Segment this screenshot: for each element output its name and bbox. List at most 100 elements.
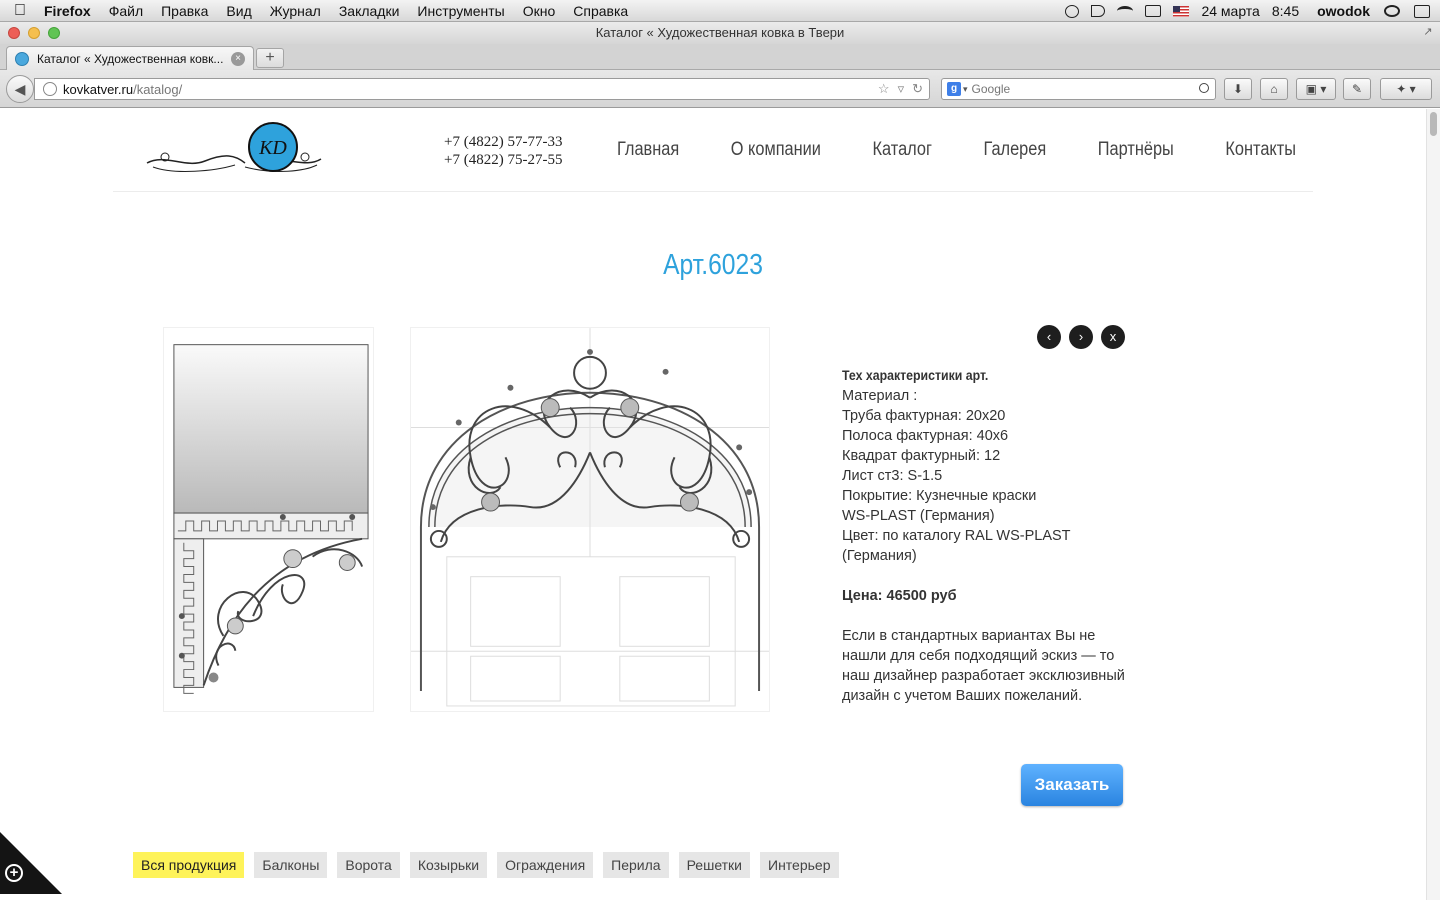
spec-line: Квадрат фактурный: 12 (842, 448, 1001, 464)
tab-title: Каталог « Художественная ковк... (37, 51, 224, 66)
product-specs: Тех характеристики арт. Материал : Труба… (842, 365, 1142, 706)
zoom-window-button[interactable] (48, 27, 60, 39)
reload-icon[interactable]: ↻ (912, 81, 923, 97)
spec-line: Цвет: по каталогу RAL WS-PLAST (842, 528, 1071, 544)
volume-icon[interactable] (1091, 5, 1106, 17)
url-path: /katalog/ (133, 81, 183, 97)
search-icon[interactable] (1199, 83, 1209, 93)
category-grilles[interactable]: Решетки (678, 852, 750, 878)
window-title: Каталог « Художественная ковка в Твери (595, 25, 845, 40)
search-bar[interactable]: g ▾ Google (941, 78, 1216, 100)
spec-line: Материал : (842, 388, 918, 404)
navigation-toolbar: kovkatver.ru/katalog/ ☆ ▿ ↻ ◀ g ▾ Google… (0, 70, 1440, 108)
product-title: Арт.6023 (663, 249, 763, 281)
window-titlebar: Каталог « Художественная ковка в Твери ↗ (0, 22, 1440, 44)
back-button[interactable]: ◀ (6, 75, 34, 103)
search-placeholder: Google (971, 82, 1011, 96)
new-tab-button[interactable]: + (256, 48, 284, 68)
logo-text: KD (258, 137, 287, 159)
menu-app-name[interactable]: Firefox (40, 3, 100, 19)
phone-2: +7 (4822) 75-27-55 (444, 152, 563, 168)
google-icon[interactable]: g (947, 82, 961, 96)
menu-tools[interactable]: Инструменты (408, 3, 513, 19)
notification-center-icon[interactable] (1414, 4, 1430, 18)
order-button[interactable]: Заказать (1021, 764, 1123, 806)
addon-tools-button[interactable]: ✎ (1343, 78, 1371, 100)
category-interior[interactable]: Интерьер (760, 852, 839, 878)
mac-menubar:  Firefox Файл Правка Вид Журнал Закладк… (0, 0, 1440, 22)
battery-icon[interactable] (1145, 5, 1162, 17)
search-engine-dropdown-icon[interactable]: ▾ (963, 84, 968, 95)
product-navigation: ‹ › x (1037, 325, 1125, 349)
nav-catalog[interactable]: Каталог (873, 139, 932, 161)
nav-contacts[interactable]: Контакты (1225, 139, 1296, 161)
site-identity-icon[interactable] (43, 82, 57, 96)
menu-window[interactable]: Окно (514, 3, 565, 19)
spec-line: Полоса фактурная: 40х6 (842, 428, 1009, 444)
menu-help[interactable]: Справка (564, 3, 637, 19)
history-dropdown-icon[interactable]: ▿ (898, 81, 905, 97)
spec-line: (Германия) (842, 548, 917, 564)
category-filter: Вся продукция Балконы Ворота Козырьки Ог… (133, 852, 839, 878)
wifi-icon[interactable] (1117, 6, 1134, 16)
nav-about[interactable]: О компании (731, 139, 821, 161)
product-price: Цена: 46500 руб (842, 588, 957, 604)
category-gates[interactable]: Ворота (337, 852, 400, 878)
tab-bar: Каталог « Художественная ковк... × + (0, 44, 1440, 70)
category-balconies[interactable]: Балконы (254, 852, 328, 878)
us-flag-icon[interactable] (1173, 5, 1190, 17)
spec-line: Труба фактурная: 20х20 (842, 408, 1006, 424)
close-product-button[interactable]: x (1101, 325, 1125, 349)
apple-icon[interactable]:  (0, 2, 40, 20)
spotlight-icon[interactable] (1384, 5, 1400, 17)
tab-close-icon[interactable]: × (231, 51, 245, 66)
url-bar-actions: ☆ ▿ ↻ (878, 81, 923, 97)
category-fences[interactable]: Ограждения (497, 852, 594, 878)
menu-edit[interactable]: Правка (152, 3, 217, 19)
spec-line: WS-PLAST (Германия) (842, 508, 995, 524)
menu-history[interactable]: Журнал (261, 3, 330, 19)
next-product-button[interactable]: › (1069, 325, 1093, 349)
home-button[interactable]: ⌂ (1260, 78, 1288, 100)
menubar-time[interactable]: 8:45 (1266, 3, 1305, 19)
window-controls (8, 27, 60, 39)
menu-bookmarks[interactable]: Закладки (330, 3, 409, 19)
plus-icon[interactable]: + (5, 864, 23, 882)
page-scrollbar[interactable] (1426, 109, 1440, 900)
category-canopies[interactable]: Козырьки (409, 852, 488, 878)
menubar-user[interactable]: owodok (1305, 3, 1376, 19)
phone-numbers: +7 (4822) 57-77-33 +7 (4822) 75-27-55 (444, 133, 562, 169)
prev-product-button[interactable]: ‹ (1037, 325, 1061, 349)
spec-title: Тех характеристики арт. (842, 367, 989, 383)
time-machine-icon[interactable] (1065, 4, 1080, 18)
site-logo[interactable]: KD (145, 119, 323, 177)
header-divider (113, 191, 1313, 192)
url-bar[interactable]: kovkatver.ru/katalog/ ☆ ▿ ↻ (34, 78, 930, 100)
phone-1: +7 (4822) 57-77-33 (444, 134, 563, 150)
product-image-bracket[interactable] (163, 327, 374, 712)
category-all[interactable]: Вся продукция (133, 852, 245, 878)
menu-file[interactable]: Файл (100, 3, 152, 19)
category-railings[interactable]: Перила (603, 852, 669, 878)
bookmarks-menu-button[interactable]: ▣ ▾ (1296, 78, 1336, 100)
bookmark-star-icon[interactable]: ☆ (878, 81, 890, 97)
fullscreen-icon[interactable]: ↗ (1422, 26, 1434, 38)
custom-design-note: Если в стандартных вариантах Вы не нашли… (842, 628, 1125, 704)
corner-widget[interactable] (0, 832, 62, 894)
scrollbar-thumb[interactable] (1430, 112, 1437, 136)
main-navigation: Главная О компании Каталог Галерея Партн… (617, 139, 1348, 161)
menu-view[interactable]: Вид (217, 3, 260, 19)
tab-katalog[interactable]: Каталог « Художественная ковк... × (6, 46, 254, 70)
spec-line: Покрытие: Кузнечные краски (842, 488, 1037, 504)
extensions-menu-button[interactable]: ✦ ▾ (1380, 78, 1432, 100)
menubar-status-area: 24 марта 8:45 owodok (1059, 0, 1440, 22)
url-host: kovkatver.ru (63, 81, 134, 97)
nav-gallery[interactable]: Галерея (984, 139, 1047, 161)
nav-partners[interactable]: Партнёры (1098, 139, 1174, 161)
product-image-arch[interactable] (410, 327, 770, 712)
minimize-window-button[interactable] (28, 27, 40, 39)
close-window-button[interactable] (8, 27, 20, 39)
downloads-button[interactable]: ⬇ (1224, 78, 1252, 100)
menubar-date[interactable]: 24 марта (1195, 3, 1265, 19)
nav-home[interactable]: Главная (617, 139, 679, 161)
